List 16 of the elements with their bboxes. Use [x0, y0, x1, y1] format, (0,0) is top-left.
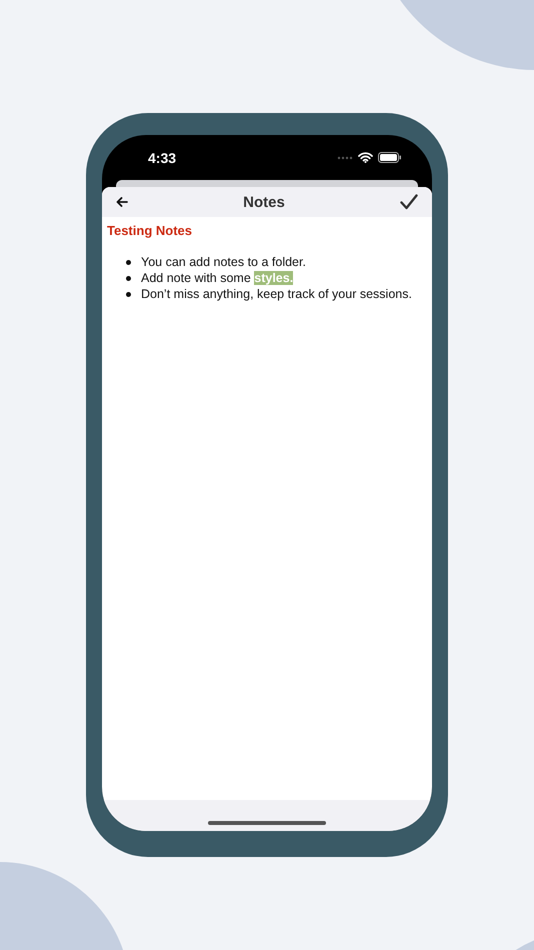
list-item-text: You can add notes to a folder.	[141, 254, 306, 270]
checkmark-icon	[400, 194, 418, 210]
bullet-icon	[126, 292, 131, 296]
bullet-icon	[126, 276, 131, 280]
back-arrow-icon	[116, 197, 128, 207]
status-time: 4:33	[148, 150, 176, 166]
list-item-text: Don’t miss anything, keep track of your sessions.	[141, 286, 412, 302]
done-button[interactable]	[398, 192, 420, 212]
wifi-icon	[358, 152, 373, 163]
signal-dots-icon	[337, 156, 353, 160]
note-title: Testing Notes	[107, 223, 193, 238]
bullet-icon	[126, 260, 131, 264]
list-item-text: Add note with some styles.	[141, 270, 294, 286]
back-button[interactable]	[114, 195, 130, 209]
battery-icon	[378, 152, 402, 163]
nav-title: Notes	[243, 194, 285, 210]
